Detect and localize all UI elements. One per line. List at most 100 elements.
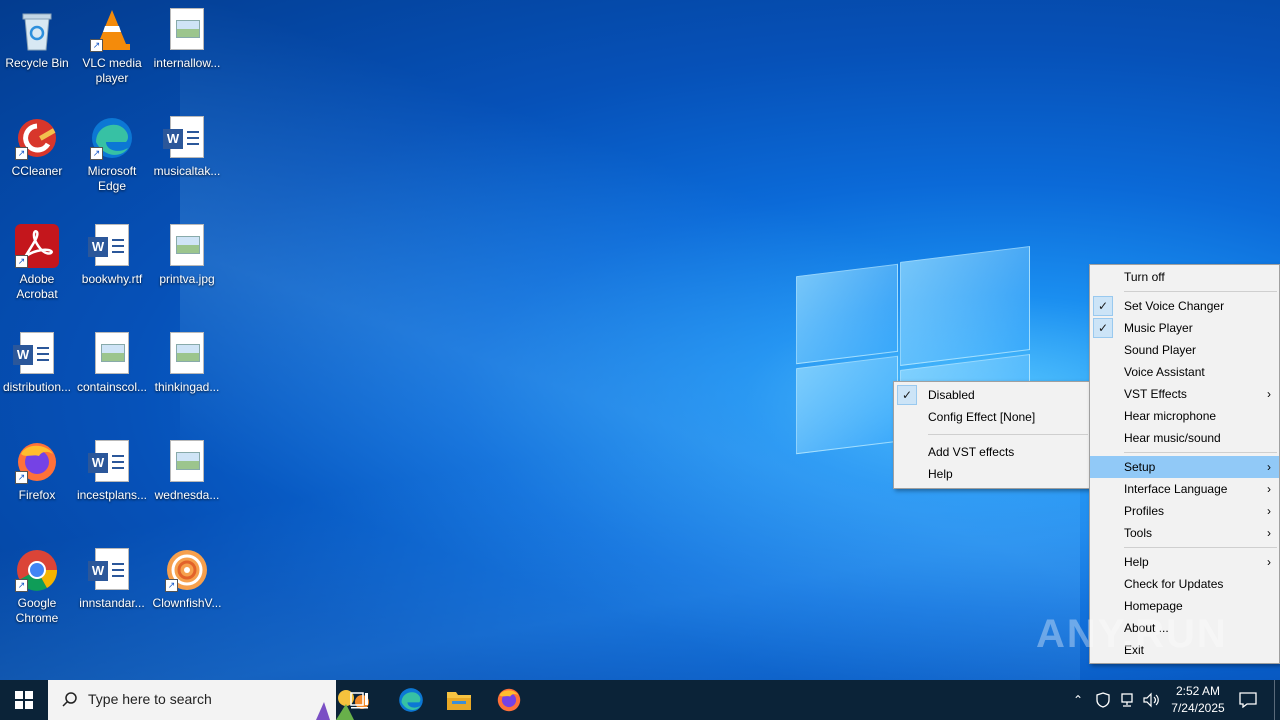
desktop-icon-label: Adobe Acrobat bbox=[16, 272, 58, 301]
menu-item-check-for-updates[interactable]: Check for Updates bbox=[1090, 573, 1279, 595]
menu-item-profiles[interactable]: Profiles › bbox=[1090, 500, 1279, 522]
desktop-icon-thinkingad[interactable]: thinkingad... bbox=[150, 326, 224, 395]
menu-item-hear-music-sound[interactable]: Hear music/sound bbox=[1090, 427, 1279, 449]
clownfish-tray-menu: Turn off ✓ Set Voice Changer ✓ Music Playe… bbox=[1089, 264, 1280, 664]
search-placeholder: Type here to search bbox=[88, 691, 212, 707]
image-file-icon bbox=[90, 332, 134, 376]
menu-item-label: Turn off bbox=[1124, 270, 1165, 284]
chevron-right-icon: › bbox=[1267, 387, 1271, 401]
desktop-icon-incestplans[interactable]: W incestplans... bbox=[75, 434, 149, 503]
desktop-icon-label: containscol... bbox=[76, 380, 148, 394]
desktop-icon-label: printva.jpg bbox=[159, 272, 215, 286]
desktop-icon-wednesda[interactable]: wednesda... bbox=[150, 434, 224, 503]
chrome-icon: ↗ bbox=[15, 548, 59, 592]
chevron-up-icon: ⌃ bbox=[1072, 693, 1084, 707]
word-document-icon: W bbox=[88, 224, 134, 268]
menu-item-label: Add VST effects bbox=[928, 445, 1015, 459]
desktop-icon-label: VLC media player bbox=[82, 56, 142, 85]
adobe-acrobat-icon: ↗ bbox=[15, 224, 59, 268]
menu-item-vst-effects[interactable]: VST Effects › bbox=[1090, 383, 1279, 405]
menu-item-help[interactable]: Help bbox=[894, 463, 1090, 485]
shortcut-arrow-icon: ↗ bbox=[15, 579, 28, 592]
desktop-icon-label: Microsoft Edge bbox=[87, 164, 137, 193]
task-view-button[interactable] bbox=[340, 680, 380, 720]
desktop-icon-vlc[interactable]: ↗ VLC media player bbox=[75, 2, 149, 86]
edge-icon bbox=[399, 688, 423, 712]
tray-volume-icon[interactable] bbox=[1140, 680, 1162, 720]
menu-separator bbox=[928, 434, 1088, 435]
desktop-icon-distribution[interactable]: W distribution... bbox=[0, 326, 74, 395]
desktop-icon-label: CCleaner bbox=[11, 164, 63, 178]
desktop-icon-label: Firefox bbox=[18, 488, 56, 502]
menu-item-config-effect[interactable]: Config Effect [None] bbox=[894, 406, 1090, 428]
menu-item-label: Hear microphone bbox=[1124, 409, 1217, 423]
menu-item-tools[interactable]: Tools › bbox=[1090, 522, 1279, 544]
menu-item-label: Voice Assistant bbox=[1124, 365, 1205, 379]
menu-item-setup[interactable]: Setup › bbox=[1090, 456, 1279, 478]
taskbar-file-explorer-button[interactable] bbox=[438, 680, 480, 720]
desktop-icon-recycle-bin[interactable]: Recycle Bin bbox=[0, 2, 74, 71]
clock-time: 2:52 AM bbox=[1175, 684, 1221, 698]
tray-network-icon[interactable] bbox=[1116, 680, 1138, 720]
image-file-icon bbox=[165, 224, 209, 268]
menu-separator bbox=[1124, 547, 1277, 548]
desktop-icon-clownfish[interactable]: ↗ ClownfishV... bbox=[150, 542, 224, 611]
desktop-icon-printva[interactable]: printva.jpg bbox=[150, 218, 224, 287]
word-document-icon: W bbox=[13, 332, 59, 376]
ccleaner-icon: ↗ bbox=[15, 116, 59, 160]
desktop-icon-label: innstandar... bbox=[79, 596, 145, 610]
tray-security-icon[interactable] bbox=[1092, 680, 1114, 720]
desktop-icon-musicaltak[interactable]: W musicaltak... bbox=[150, 110, 224, 179]
chevron-right-icon: › bbox=[1267, 555, 1271, 569]
menu-item-music-player[interactable]: ✓ Music Player bbox=[1090, 317, 1279, 339]
desktop-icon-microsoft-edge[interactable]: ↗ Microsoft Edge bbox=[75, 110, 149, 194]
show-hidden-icons-button[interactable]: ⌃ bbox=[1068, 680, 1088, 720]
action-center-button[interactable] bbox=[1236, 680, 1260, 720]
desktop-icon-firefox[interactable]: ↗ Firefox bbox=[0, 434, 74, 503]
desktop-icon-google-chrome[interactable]: ↗ Google Chrome bbox=[0, 542, 74, 626]
menu-item-sound-player[interactable]: Sound Player bbox=[1090, 339, 1279, 361]
menu-item-disabled[interactable]: ✓ Disabled bbox=[894, 384, 1090, 406]
checkmark-icon: ✓ bbox=[897, 385, 917, 405]
taskbar-search-box[interactable]: Type here to search bbox=[48, 680, 369, 720]
desktop-icon-innstandar[interactable]: W innstandar... bbox=[75, 542, 149, 611]
menu-item-label: Hear music/sound bbox=[1124, 431, 1221, 445]
taskbar-edge-button[interactable] bbox=[390, 680, 432, 720]
desktop-icon-label: incestplans... bbox=[76, 488, 148, 502]
desktop-icon-label: distribution... bbox=[2, 380, 72, 394]
menu-item-add-vst-effects[interactable]: Add VST effects bbox=[894, 441, 1090, 463]
menu-item-set-voice-changer[interactable]: ✓ Set Voice Changer bbox=[1090, 295, 1279, 317]
menu-item-voice-assistant[interactable]: Voice Assistant bbox=[1090, 361, 1279, 383]
desktop-icon-adobe-acrobat[interactable]: ↗ Adobe Acrobat bbox=[0, 218, 74, 302]
image-file-icon bbox=[165, 8, 209, 52]
menu-separator bbox=[1124, 452, 1277, 453]
start-button[interactable] bbox=[0, 680, 48, 720]
windows-start-icon bbox=[15, 691, 33, 709]
taskbar-firefox-button[interactable] bbox=[488, 680, 530, 720]
menu-item-interface-language[interactable]: Interface Language › bbox=[1090, 478, 1279, 500]
menu-item-help[interactable]: Help › bbox=[1090, 551, 1279, 573]
desktop-icon-label: wednesda... bbox=[154, 488, 220, 502]
menu-item-label: Homepage bbox=[1124, 599, 1183, 613]
firefox-icon bbox=[497, 688, 521, 712]
word-document-icon: W bbox=[163, 116, 209, 160]
show-desktop-button[interactable] bbox=[1274, 680, 1280, 720]
desktop-icon-ccleaner[interactable]: ↗ CCleaner bbox=[0, 110, 74, 179]
menu-item-label: Help bbox=[928, 467, 953, 481]
notification-icon bbox=[1239, 692, 1257, 708]
desktop-icon-containscol[interactable]: containscol... bbox=[75, 326, 149, 395]
recycle-bin-icon bbox=[15, 8, 59, 52]
menu-item-turn-off[interactable]: Turn off bbox=[1090, 266, 1279, 288]
desktop-icon-bookwhy[interactable]: W bookwhy.rtf bbox=[75, 218, 149, 287]
menu-item-label: Tools bbox=[1124, 526, 1153, 540]
desktop-icon-internallow[interactable]: internallow... bbox=[150, 2, 224, 71]
folder-icon bbox=[447, 692, 471, 710]
shortcut-arrow-icon: ↗ bbox=[90, 147, 103, 160]
network-icon bbox=[1121, 693, 1133, 707]
shortcut-arrow-icon: ↗ bbox=[15, 255, 28, 268]
taskbar-clock[interactable]: 2:52 AM 7/24/2025 bbox=[1160, 683, 1236, 717]
desktop-icon-label: Recycle Bin bbox=[5, 56, 69, 70]
desktop-icon-label: ClownfishV... bbox=[152, 596, 222, 610]
menu-item-hear-microphone[interactable]: Hear microphone bbox=[1090, 405, 1279, 427]
menu-item-label: Sound Player bbox=[1124, 343, 1197, 357]
